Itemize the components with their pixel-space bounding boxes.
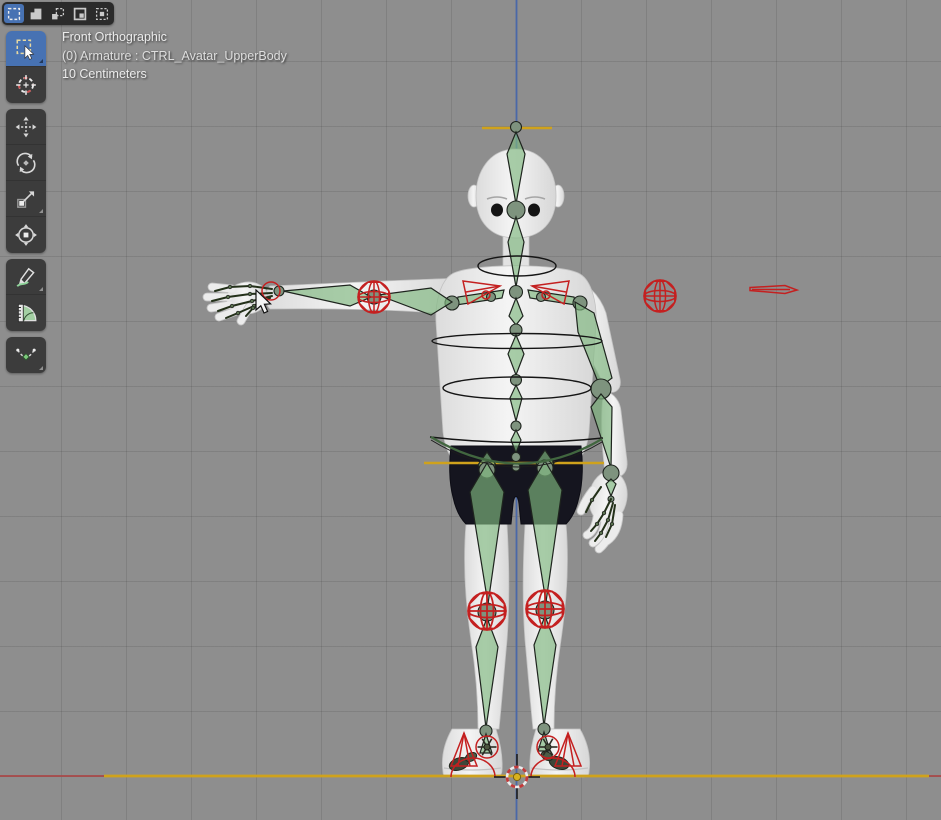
tool-select-box[interactable]: [6, 31, 46, 67]
select-intersect-icon: [95, 7, 109, 21]
select-mode-invert[interactable]: [70, 4, 90, 23]
scale-icon: [14, 187, 38, 211]
select-mode-intersect[interactable]: [92, 4, 112, 23]
tool-move[interactable]: [6, 109, 46, 145]
tool-pose-breakdowner[interactable]: [6, 337, 46, 373]
select-subtract-icon: [51, 7, 65, 21]
scene-3d[interactable]: [0, 0, 941, 820]
floating-ik-sphere: [644, 280, 676, 312]
tool-cursor[interactable]: [6, 67, 46, 103]
tool-scale[interactable]: [6, 181, 46, 217]
cursor-tool-icon: [14, 73, 38, 97]
transform-icon: [14, 223, 38, 247]
elbow-ik-sphere: [358, 281, 390, 313]
select-mode-bar: [2, 2, 114, 25]
annotate-icon: [14, 265, 38, 289]
tool-transform[interactable]: [6, 217, 46, 253]
select-invert-icon: [73, 7, 87, 21]
select-mode-set[interactable]: [4, 4, 24, 23]
select-extend-icon: [29, 7, 43, 21]
eye-left: [491, 204, 503, 217]
pose-breakdowner-icon: [14, 343, 38, 367]
knee-ik-sphere-left: [468, 592, 506, 630]
rotate-icon: [14, 151, 38, 175]
measure-icon: [14, 301, 38, 325]
select-mode-subtract[interactable]: [48, 4, 68, 23]
knee-ik-sphere-right: [526, 590, 564, 628]
move-icon: [14, 115, 38, 139]
select-mode-extend[interactable]: [26, 4, 46, 23]
select-box-icon: [14, 37, 38, 61]
select-set-icon: [7, 7, 21, 21]
toolbar: [6, 31, 46, 373]
tool-annotate[interactable]: [6, 259, 46, 295]
blender-3d-viewport[interactable]: Front Orthographic (0) Armature : CTRL_A…: [0, 0, 941, 820]
tool-rotate[interactable]: [6, 145, 46, 181]
eye-right: [528, 204, 540, 217]
tool-measure[interactable]: [6, 295, 46, 331]
ik-pointer: [750, 286, 797, 294]
